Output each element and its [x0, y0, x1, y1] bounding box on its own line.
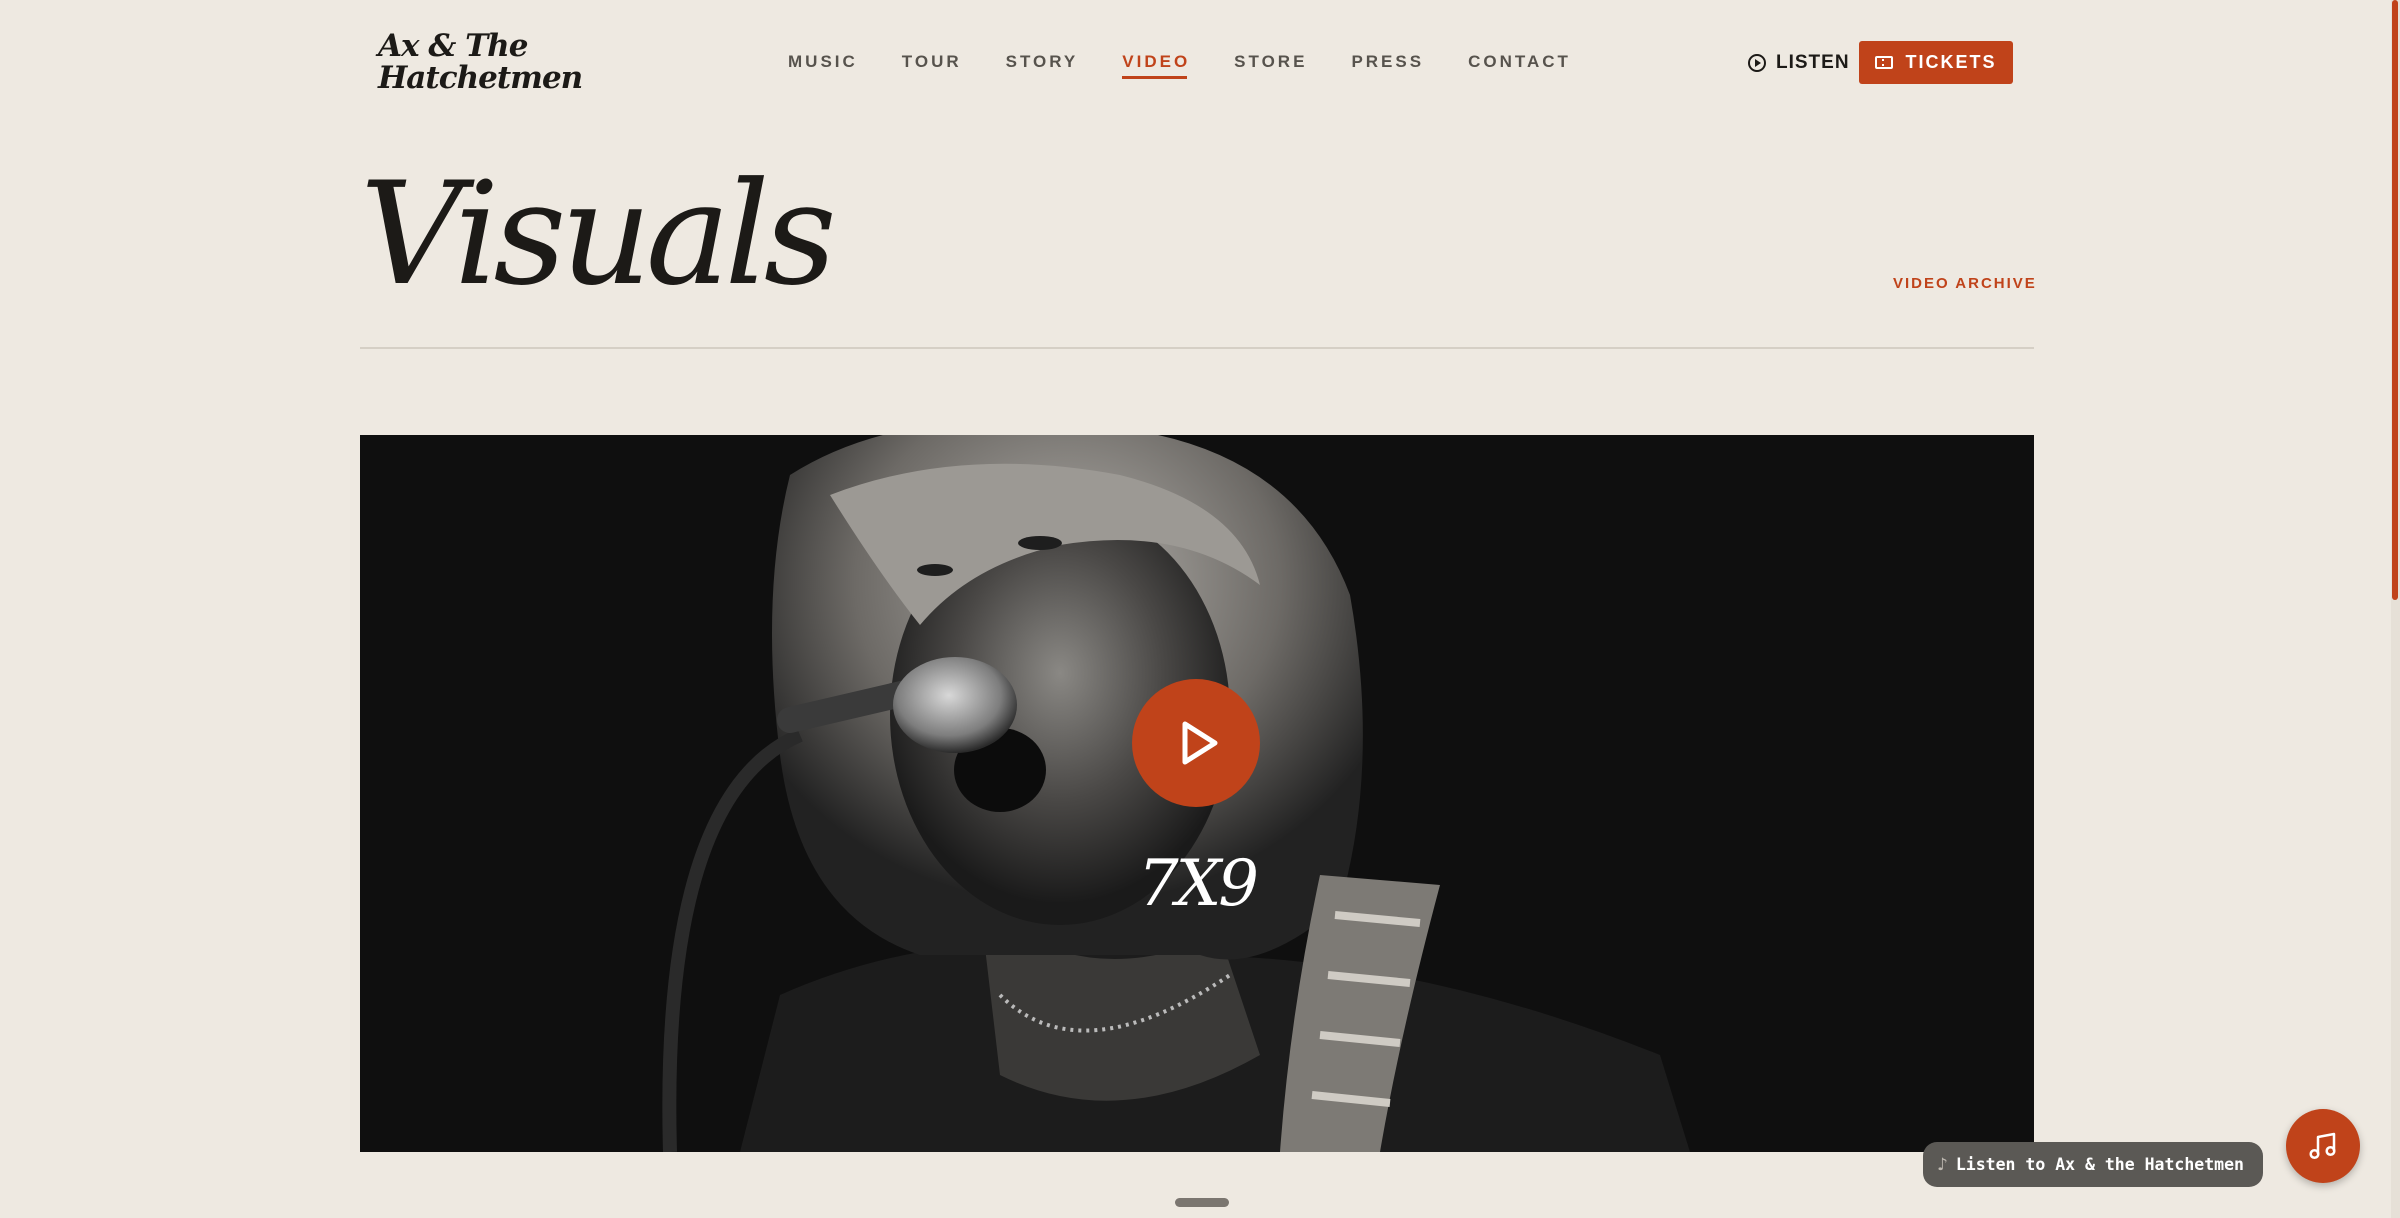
scrollbar[interactable]: [2391, 0, 2400, 1218]
nav-item-video[interactable]: VIDEO: [1122, 49, 1190, 79]
music-player-button[interactable]: [2286, 1109, 2360, 1183]
featured-video[interactable]: 7X9: [360, 435, 2034, 1152]
tickets-button[interactable]: TICKETS: [1859, 41, 2013, 84]
page: Ax & The Hatchetmen MUSIC TOUR STORY VID…: [0, 0, 2400, 1218]
play-button[interactable]: [1132, 679, 1260, 807]
drag-handle[interactable]: [1175, 1198, 1229, 1207]
nav-item-press[interactable]: PRESS: [1351, 49, 1424, 79]
nav-item-music[interactable]: MUSIC: [788, 49, 858, 79]
play-icon: [1182, 721, 1218, 765]
nav-item-story[interactable]: STORY: [1006, 49, 1079, 79]
listen-button[interactable]: LISTEN: [1748, 47, 1850, 79]
listen-button-label: LISTEN: [1776, 52, 1850, 73]
listen-pill-label: Listen to Ax & the Hatchetmen: [1955, 1155, 2244, 1174]
brand-logo[interactable]: Ax & The Hatchetmen: [378, 30, 588, 94]
brand-logo-line1: Ax & The: [378, 28, 528, 64]
listen-pill-button[interactable]: ♪ Listen to Ax & the Hatchetmen: [1923, 1142, 2263, 1187]
tickets-button-label: TICKETS: [1905, 52, 1997, 72]
video-archive-link[interactable]: VIDEO ARCHIVE: [1893, 275, 2037, 292]
music-note-small-icon: ♪: [1937, 1154, 1948, 1175]
ticket-icon: [1875, 56, 1894, 69]
page-title: Visuals: [360, 152, 837, 317]
nav-item-store[interactable]: STORE: [1234, 49, 1307, 79]
nav-item-tour[interactable]: TOUR: [902, 49, 962, 79]
brand-logo-line2: Hatchetmen: [378, 60, 583, 96]
nav-item-contact[interactable]: CONTACT: [1468, 49, 1571, 79]
video-title: 7X9: [1138, 847, 1259, 921]
main-nav: MUSIC TOUR STORY VIDEO STORE PRESS CONTA…: [788, 49, 1615, 79]
music-note-icon: [2309, 1132, 2336, 1160]
section-divider: [360, 347, 2034, 349]
site-header: Ax & The Hatchetmen MUSIC TOUR STORY VID…: [0, 0, 2400, 125]
play-circle-icon: [1748, 54, 1766, 72]
